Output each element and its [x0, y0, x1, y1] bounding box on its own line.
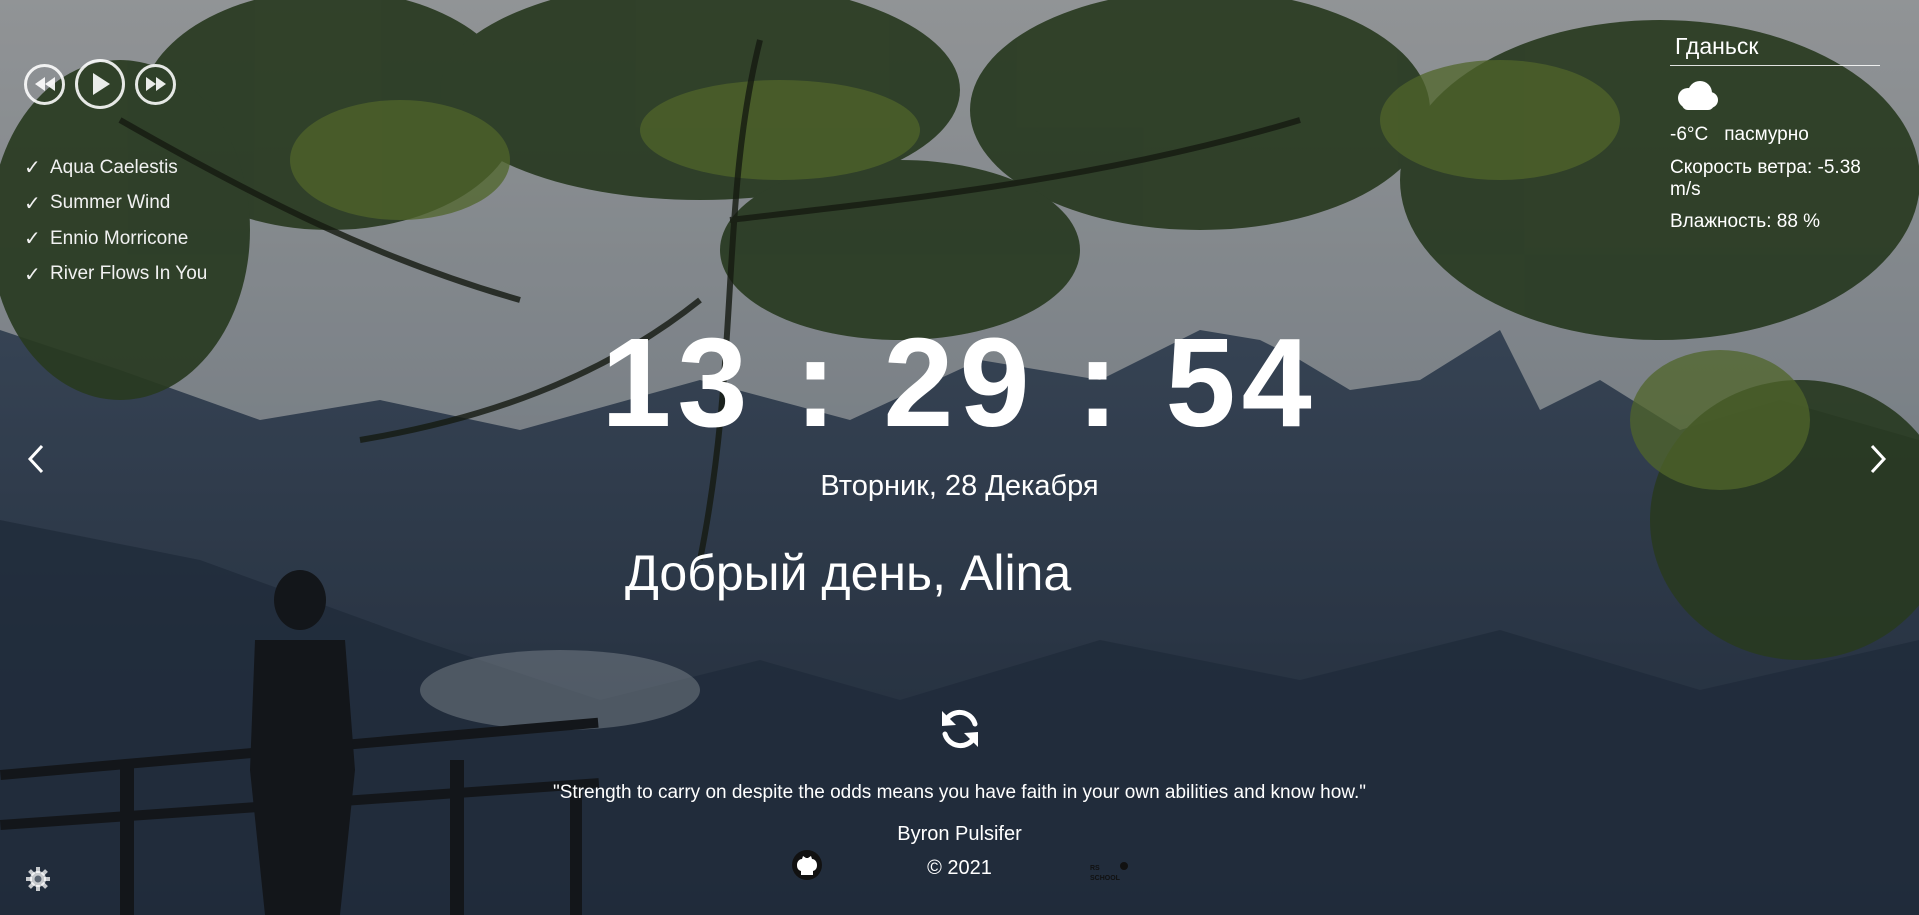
background-overlay	[0, 0, 1919, 915]
humidity: Влажность: 88 %	[1670, 211, 1821, 232]
next-track-button[interactable]	[135, 63, 176, 105]
copyright: © 2021	[927, 857, 992, 879]
quote-text: "Strength to carry on despite the odds m…	[552, 782, 1367, 803]
weather-description: пасмурно	[1724, 124, 1809, 145]
playlist-item[interactable]: ✓ River Flows In You	[24, 257, 207, 293]
track-title: River Flows In You	[50, 263, 208, 285]
cloud-icon	[1672, 80, 1882, 118]
rewind-icon	[34, 77, 55, 91]
playlist-item[interactable]: ✓ Aqua Caelestis	[24, 150, 207, 186]
refresh-quote-button[interactable]	[935, 704, 985, 754]
name-input[interactable]: Alina	[960, 544, 1071, 602]
gear-icon	[26, 867, 50, 891]
svg-text:SCHOOL: SCHOOL	[1090, 875, 1121, 882]
check-icon: ✓	[24, 228, 41, 251]
play-button[interactable]	[75, 59, 125, 109]
temperature: -6°C	[1670, 124, 1709, 145]
clock-time: 13 : 29 : 54	[601, 312, 1318, 453]
refresh-icon	[942, 709, 978, 749]
prev-track-button[interactable]	[24, 63, 65, 105]
fast-forward-icon	[145, 77, 166, 91]
greeting: Добрый день, Alina	[625, 544, 1071, 602]
settings-button[interactable]	[25, 866, 51, 892]
check-icon: ✓	[24, 263, 41, 286]
play-icon	[93, 73, 110, 95]
svg-text:RS: RS	[1090, 865, 1100, 872]
playlist-item[interactable]: ✓ Summer Wind	[24, 186, 207, 222]
track-title: Summer Wind	[50, 192, 171, 214]
track-title: Aqua Caelestis	[50, 156, 178, 178]
city-input[interactable]: Гданьск	[1670, 30, 1880, 66]
check-icon: ✓	[24, 192, 41, 215]
quote-author: Byron Pulsifer	[897, 823, 1022, 845]
check-icon: ✓	[24, 157, 41, 180]
rs-school-logo[interactable]: RS SCHOOL	[1088, 858, 1136, 884]
playlist-item[interactable]: ✓ Ennio Morricone	[24, 221, 207, 257]
playlist: ✓ Aqua Caelestis ✓ Summer Wind ✓ Ennio Morr…	[24, 150, 207, 292]
track-title: Ennio Morricone	[50, 227, 189, 249]
weather-widget: Гданьск -6°C пасмурно Скорость ветра: -5…	[1670, 30, 1882, 233]
clock-date: Вторник, 28 Декабря	[820, 470, 1099, 502]
audio-player	[24, 59, 176, 109]
wind-speed: Скорость ветра: -5.38 m/s	[1670, 157, 1861, 200]
greeting-text: Добрый день,	[625, 545, 946, 601]
